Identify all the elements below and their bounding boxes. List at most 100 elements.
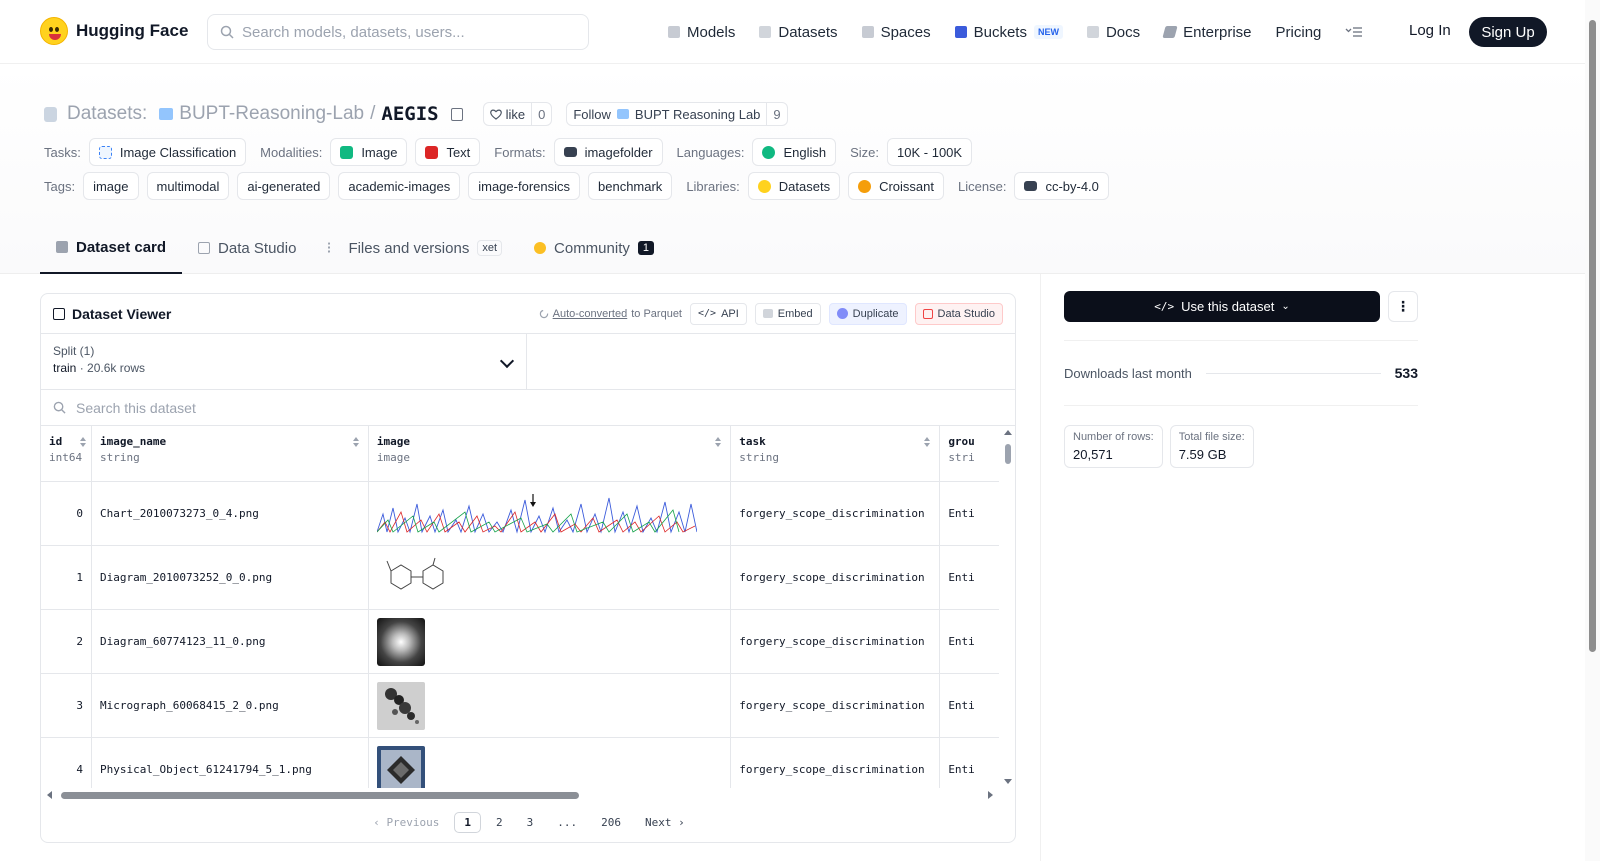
split-selector[interactable]: Split (1) train · 20.6k rows [41, 334, 527, 390]
copy-icon[interactable] [450, 107, 463, 121]
table-row[interactable]: 1 Diagram_2010073252_0_0.png forgery_sco… [41, 546, 999, 610]
tag-image-forensics[interactable]: image-forensics [468, 172, 580, 200]
cell-image[interactable] [369, 738, 732, 789]
nav-pricing-label: Pricing [1275, 23, 1322, 41]
like-button[interactable]: like 0 [482, 102, 553, 126]
nav-docs[interactable]: Docs [1086, 24, 1140, 41]
tag-academic-images[interactable]: academic-images [338, 172, 461, 200]
page-1-button[interactable]: 1 [454, 811, 482, 833]
tag-image-classification[interactable]: Image Classification [88, 138, 247, 166]
nav-datasets[interactable]: Datasets [759, 24, 838, 41]
follow-button[interactable]: Follow BUPT Reasoning Lab 9 [566, 102, 788, 126]
enterprise-icon [1162, 26, 1178, 38]
column-header-image-name[interactable]: image_name string [92, 426, 369, 481]
scroll-right-icon[interactable] [988, 791, 993, 799]
physical-object-thumbnail[interactable] [376, 745, 425, 789]
nav-spaces-label: Spaces [880, 23, 931, 41]
cell-image[interactable] [369, 674, 732, 737]
data-studio-button[interactable]: Data Studio [914, 302, 1003, 325]
more-options-button[interactable]: ⋮ [1388, 291, 1418, 322]
table-row[interactable]: 3 Micrograph_60068415_2_0.png forgery_sc… [41, 674, 999, 738]
scroll-down-icon[interactable] [1004, 779, 1012, 784]
scroll-thumb[interactable] [1005, 444, 1011, 464]
scroll-thumb[interactable] [61, 792, 579, 799]
dataset-search-input[interactable]: Search this dataset [41, 390, 1015, 426]
table-row[interactable]: 0 Chart_2010073273_0_4.png forgery_scope… [41, 482, 999, 546]
scroll-thumb[interactable] [1589, 20, 1596, 652]
column-header-task[interactable]: task string [731, 426, 941, 481]
nav-spaces[interactable]: Spaces [861, 23, 931, 41]
tag-format-imagefolder[interactable]: imagefolder [553, 138, 663, 166]
nav-models[interactable]: Models [668, 24, 735, 41]
tag-modality-image[interactable]: Image [330, 138, 408, 166]
tag-license[interactable]: cc-by-4.0 [1014, 172, 1109, 200]
tag-image[interactable]: image [83, 172, 139, 200]
split-label: Split (1) [53, 344, 95, 358]
follow-label: Follow [573, 106, 611, 122]
micrograph-thumbnail[interactable] [376, 681, 425, 730]
cell-image[interactable] [369, 546, 732, 609]
next-page-button[interactable]: Next › [636, 813, 694, 832]
tag-library-croissant[interactable]: Croissant [848, 172, 945, 200]
sort-icon[interactable] [924, 437, 931, 449]
nav-buckets[interactable]: Buckets NEW [954, 24, 1063, 41]
cell-id: 4 [41, 738, 92, 788]
page-scrollbar[interactable] [1585, 0, 1600, 861]
tag-benchmark[interactable]: benchmark [588, 172, 673, 200]
tag-label: Image [361, 144, 398, 160]
page-3-button[interactable]: 3 [518, 813, 543, 832]
breadcrumb-org[interactable]: BUPT-Reasoning-Lab [179, 103, 364, 125]
tag-library-datasets[interactable]: Datasets [747, 172, 841, 200]
table-row[interactable]: 2 Diagram_60774123_11_0.png forgery_scop… [41, 610, 999, 674]
molecule-diagram-thumbnail[interactable] [377, 555, 449, 601]
use-this-dataset-button[interactable]: </> Use this dataset ⌄ [1064, 291, 1380, 322]
radial-glow-thumbnail[interactable] [376, 617, 425, 666]
tab-data-studio[interactable]: Data Studio [182, 222, 312, 274]
tag-modality-text[interactable]: Text [415, 138, 481, 166]
follow-org: BUPT Reasoning Lab [634, 106, 761, 122]
nav-pricing[interactable]: Pricing [1276, 24, 1322, 41]
column-header-image[interactable]: image image [369, 426, 732, 481]
api-button[interactable]: </> API [690, 302, 747, 325]
sort-icon[interactable] [715, 437, 722, 449]
tab-dataset-card[interactable]: Dataset card [40, 222, 183, 274]
table-row[interactable]: 4 Physical_Object_61241794_5_1.png forge… [41, 738, 999, 788]
nav-enterprise[interactable]: Enterprise [1162, 24, 1252, 41]
home-logo[interactable]: Hugging Face [40, 17, 188, 45]
breadcrumb-repo[interactable]: AEGIS [381, 103, 438, 125]
globe-icon [762, 145, 776, 159]
scroll-left-icon[interactable] [47, 791, 52, 799]
global-search-input[interactable]: Search models, datasets, users... [207, 14, 589, 50]
cell-image[interactable] [369, 610, 732, 673]
code-icon: </> [698, 308, 717, 319]
page-206-button[interactable]: 206 [592, 813, 630, 832]
table-horizontal-scrollbar[interactable] [41, 788, 1015, 802]
page-2-button[interactable]: 2 [487, 813, 512, 832]
table-vertical-scrollbar[interactable] [1001, 426, 1015, 788]
auto-converted-link[interactable]: Auto-converted [553, 308, 628, 320]
embed-button[interactable]: Embed [754, 302, 821, 325]
chromatogram-thumbnail[interactable] [376, 492, 697, 536]
cell-image[interactable] [369, 482, 732, 545]
tag-multimodal[interactable]: multimodal [146, 172, 230, 200]
scroll-up-icon[interactable] [1004, 430, 1012, 435]
tag-size[interactable]: 10K - 100K [887, 138, 973, 166]
sort-icon[interactable] [352, 437, 360, 449]
nav-more-menu[interactable] [1345, 26, 1363, 38]
community-icon [534, 242, 547, 254]
column-header-id[interactable]: id int64 [41, 426, 92, 481]
signup-button[interactable]: Sign Up [1469, 17, 1547, 47]
login-link[interactable]: Log In [1409, 22, 1451, 39]
sort-icon[interactable] [79, 437, 87, 449]
tab-community[interactable]: Community 1 [518, 222, 670, 274]
tag-ai-generated[interactable]: ai-generated [237, 172, 331, 200]
bucket-icon [954, 26, 967, 38]
community-count: 1 [637, 241, 654, 255]
previous-page-button[interactable]: ‹ Previous [364, 813, 448, 832]
column-header-group[interactable]: grou stri [940, 426, 999, 481]
heart-icon [489, 109, 502, 120]
breadcrumb-section[interactable]: Datasets: [67, 103, 147, 125]
tab-files-and-versions[interactable]: Files and versions xet [312, 222, 518, 274]
tag-language-english[interactable]: English [752, 138, 837, 166]
duplicate-button[interactable]: Duplicate [828, 302, 907, 325]
